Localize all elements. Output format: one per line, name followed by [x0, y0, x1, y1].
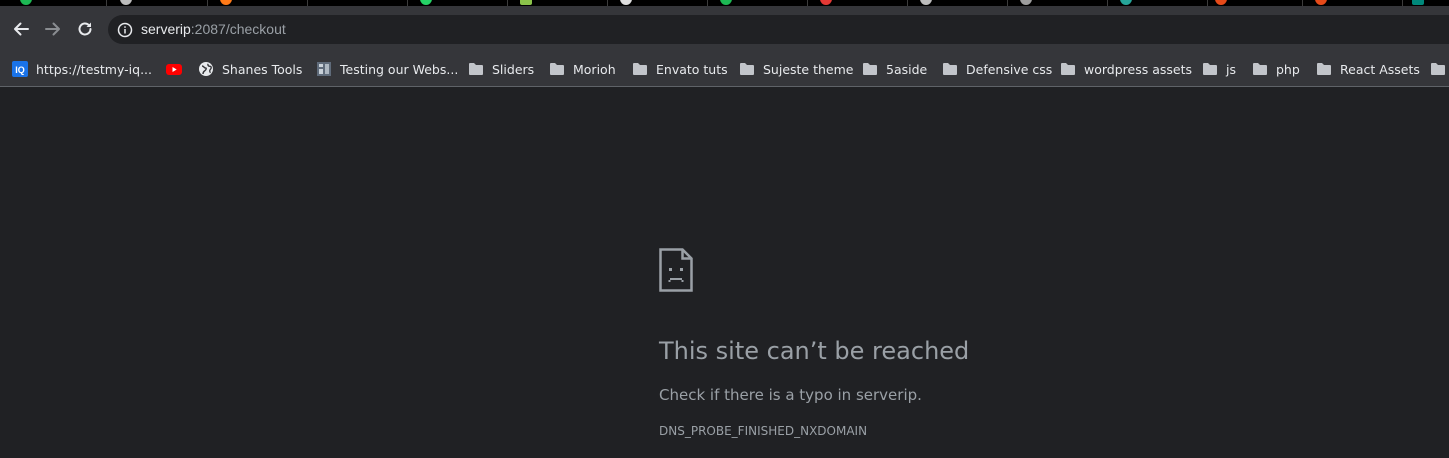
youtube-icon [166, 61, 182, 77]
tab-favicon-icon[interactable] [20, 0, 32, 5]
arrow-right-icon [45, 22, 60, 36]
url-text[interactable]: serverip:2087/checkout [141, 21, 286, 38]
bookmark-folder-php[interactable]: php [1252, 60, 1300, 78]
tab-favicon-icon[interactable] [520, 0, 532, 5]
folder-icon [1202, 61, 1218, 77]
reload-icon [78, 22, 92, 36]
folder-icon [1252, 61, 1268, 77]
tab-favicon-icon[interactable] [1315, 0, 1327, 5]
back-button[interactable] [9, 17, 33, 41]
bookmark-label: Shanes Tools [222, 61, 303, 77]
info-icon[interactable] [117, 22, 133, 38]
tab-favicon-icon[interactable] [1120, 0, 1132, 5]
svg-text:IQ: IQ [15, 65, 25, 75]
folder-icon [739, 61, 755, 77]
bookmark-testing-our-webs[interactable]: Testing our Webs... [316, 60, 458, 78]
tab-favicon-icon[interactable] [420, 0, 432, 5]
bookmarks-bar: IQ https://testmy-iq... Shanes Tools Tes… [0, 52, 1449, 87]
bookmark-label: Envato tuts [656, 61, 728, 77]
bookmark-label: https://testmy-iq... [36, 61, 153, 77]
folder-icon [632, 61, 648, 77]
error-code: DNS_PROBE_FINISHED_NXDOMAIN [659, 424, 868, 438]
bookmark-folder-5aside[interactable]: 5aside [862, 60, 927, 78]
tab-favicon-icon[interactable] [620, 0, 632, 5]
reload-button[interactable] [73, 17, 97, 41]
bookmark-folder-morioh[interactable]: Morioh [549, 60, 616, 78]
bookmark-folder-sujeste-theme[interactable]: Sujeste theme [739, 60, 853, 78]
folder-icon [942, 61, 958, 77]
sad-page-icon [659, 248, 693, 292]
bookmark-folder-sliders[interactable]: Sliders [468, 60, 534, 78]
bookmark-label: Sliders [492, 61, 535, 77]
url-host: serverip [141, 21, 191, 37]
globe-icon [198, 61, 214, 77]
bookmark-shanes-tools[interactable]: Shanes Tools [198, 60, 302, 78]
tab-favicon-icon[interactable] [1215, 0, 1227, 5]
tab-favicon-icon[interactable] [1412, 0, 1424, 5]
folder-icon [468, 61, 484, 77]
folder-icon [1060, 61, 1076, 77]
bookmark-youtube[interactable] [166, 60, 190, 78]
address-bar[interactable]: serverip:2087/checkout [108, 15, 1449, 44]
iq-favicon-icon: IQ [12, 61, 28, 77]
folder-icon [549, 61, 565, 77]
bookmark-label: js [1226, 61, 1236, 77]
bookmark-folder-js[interactable]: js [1202, 60, 1236, 78]
error-message: Check if there is a typo in serverip. [659, 386, 922, 404]
tab-favicon-icon[interactable] [820, 0, 832, 5]
forward-button[interactable] [41, 17, 65, 41]
bookmark-folder-wordpress-assets[interactable]: wordpress assets [1060, 60, 1192, 78]
folder-icon [862, 61, 878, 77]
folder-icon [1430, 61, 1446, 77]
bookmark-folder-envato-tuts[interactable]: Envato tuts [632, 60, 728, 78]
bookmark-label: wordpress assets [1084, 61, 1193, 77]
browser-toolbar: serverip:2087/checkout [0, 6, 1449, 52]
bookmark-label: Defensive css [966, 61, 1053, 77]
bookmark-label: Morioh [573, 61, 616, 77]
bookmark-label: Testing our Webs... [340, 61, 459, 77]
bookmark-folder-defensive-css[interactable]: Defensive css [942, 60, 1052, 78]
arrow-left-icon [14, 22, 29, 36]
url-path: :2087/checkout [190, 21, 286, 37]
bookmark-folder-react-assets[interactable]: React Assets [1316, 60, 1420, 78]
folder-icon [1316, 61, 1332, 77]
bookmark-label: php [1276, 61, 1300, 77]
bookmark-label: React Assets [1340, 61, 1420, 77]
tab-favicon-icon[interactable] [220, 0, 232, 5]
tab-favicon-icon[interactable] [120, 0, 132, 5]
tab-favicon-icon[interactable] [720, 0, 732, 5]
bookmark-folder-cropped[interactable] [1430, 60, 1449, 78]
tab-favicon-icon[interactable] [920, 0, 932, 5]
tab-favicon-icon[interactable] [1020, 0, 1032, 5]
error-title: This site can’t be reached [659, 337, 970, 365]
bookmark-testmy-iq[interactable]: IQ https://testmy-iq... [12, 60, 152, 78]
bookmark-label: 5aside [886, 61, 928, 77]
bookmark-label: Sujeste theme [763, 61, 854, 77]
site-favicon-icon [316, 61, 332, 77]
